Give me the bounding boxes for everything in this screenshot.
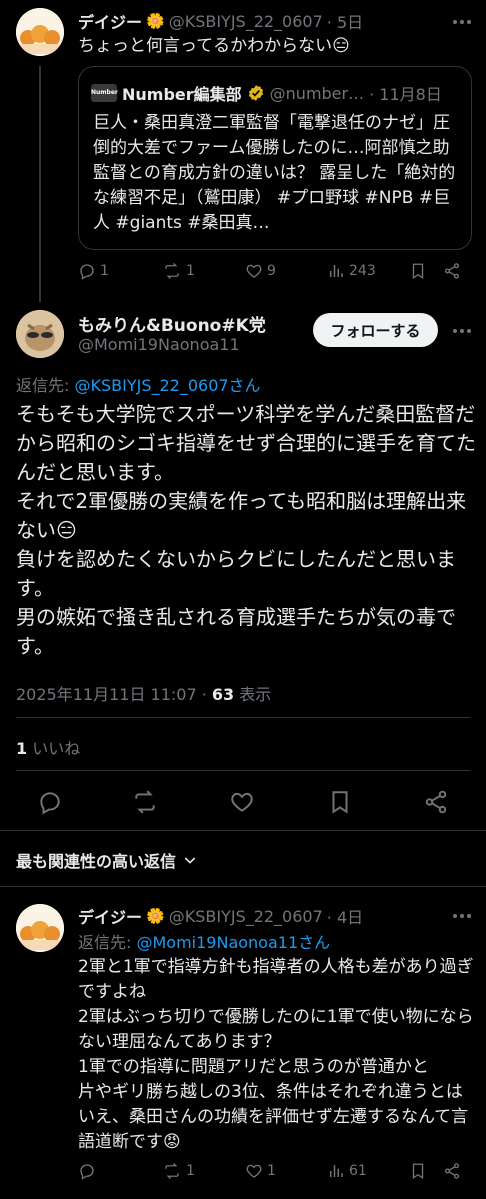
display-name[interactable]: デイジー xyxy=(78,904,142,928)
quote-timestamp: · 11月8日 xyxy=(369,85,442,104)
timestamp[interactable]: · 4日 xyxy=(327,904,363,928)
like-button[interactable] xyxy=(229,789,255,815)
likes-summary[interactable]: 1 いいね xyxy=(16,735,80,759)
repost-button[interactable]: 1 xyxy=(162,1162,195,1180)
timestamp[interactable]: · 5日 xyxy=(327,9,363,33)
repost-count: 1 xyxy=(186,263,195,279)
more-options-icon[interactable] xyxy=(450,319,474,343)
repost-icon xyxy=(165,1163,179,1179)
reply-sort-selector[interactable]: 最も関連性の高い返信 xyxy=(16,848,198,872)
like-button[interactable]: 9 xyxy=(245,262,276,280)
handle[interactable]: @Momi19Naonoa11 xyxy=(78,335,240,354)
heart-icon xyxy=(246,264,262,278)
analytics-icon xyxy=(330,1165,343,1177)
share-button[interactable] xyxy=(423,789,449,815)
reply-icon xyxy=(80,1164,94,1180)
reply-icon xyxy=(80,264,94,280)
reply-button[interactable] xyxy=(37,789,63,815)
views-button[interactable]: 243 xyxy=(327,262,376,280)
chevron-down-icon xyxy=(184,857,196,864)
views-button[interactable]: 61 xyxy=(327,1162,367,1180)
sunflower-icon: 🌼 xyxy=(146,907,165,925)
bookmark-icon xyxy=(332,791,348,814)
reply-to-line: 返信先: @KSBIYJS_22_0607さん xyxy=(16,372,261,396)
divider xyxy=(16,717,470,718)
follow-button[interactable]: フォローする xyxy=(313,313,438,347)
tweet-meta: 2025年11月11日 11:07 · 63 表示 xyxy=(16,685,272,704)
reply-to-prefix: 返信先: xyxy=(16,376,75,395)
repost-icon xyxy=(165,263,179,279)
divider xyxy=(0,886,486,887)
reply-button[interactable] xyxy=(78,1162,100,1180)
views-label: 表示 xyxy=(239,685,272,704)
heart-icon xyxy=(246,1164,262,1178)
more-options-icon[interactable] xyxy=(450,10,474,34)
analytics-icon xyxy=(330,265,343,277)
heart-icon xyxy=(231,792,253,812)
quoted-tweet[interactable]: Number Number編集部 @number… · 11月8日 巨人・桑田真… xyxy=(78,66,472,250)
like-count: 1 xyxy=(267,1163,276,1179)
bookmark-button[interactable] xyxy=(327,789,353,815)
reply-to-prefix: 返信先: xyxy=(78,933,137,952)
share-button[interactable] xyxy=(443,262,461,280)
like-button[interactable]: 1 xyxy=(245,1162,276,1180)
divider xyxy=(16,770,470,771)
share-icon xyxy=(444,263,460,279)
bookmark-button[interactable] xyxy=(409,1162,427,1180)
handle[interactable]: @KSBIYJS_22_0607 xyxy=(169,907,323,926)
handle[interactable]: @KSBIYJS_22_0607 xyxy=(169,12,323,31)
quote-display-name: Number編集部 xyxy=(122,85,242,104)
views-count: 63 xyxy=(211,685,235,704)
sunflower-icon: 🌼 xyxy=(146,12,165,30)
repost-button[interactable] xyxy=(132,789,158,815)
display-name[interactable]: もみりん&Buono#K党 xyxy=(78,311,266,336)
share-icon xyxy=(425,790,447,814)
quote-text: 巨人・桑田真澄二軍監督「電撃退任のナゼ」圧倒的大差でファーム優勝したのに…阿部慎… xyxy=(93,113,456,233)
views-count: 61 xyxy=(349,1163,367,1179)
likes-label: いいね xyxy=(32,739,81,758)
thread-line xyxy=(39,66,41,302)
bookmark-icon xyxy=(412,263,424,280)
bookmark-button[interactable] xyxy=(409,262,427,280)
avatar[interactable] xyxy=(16,904,64,952)
repost-icon xyxy=(135,790,155,814)
tweet-text: ちょっと何言ってるかわからない😑 xyxy=(78,36,350,56)
repost-count: 1 xyxy=(186,1163,195,1179)
reply-to-line: 返信先: @Momi19Naonoa11さん xyxy=(78,929,330,953)
avatar[interactable] xyxy=(16,310,64,358)
reply-to-handle[interactable]: @KSBIYJS_22_0607さん xyxy=(74,376,260,395)
number-logo: Number xyxy=(91,84,118,102)
reply-button[interactable]: 1 xyxy=(78,262,109,280)
tweet-text: 2軍と1軍で指導方針も指導者の人格も差があり過ぎですよね 2軍はぶっち切りで優勝… xyxy=(78,957,474,1152)
display-name[interactable]: デイジー xyxy=(78,9,142,33)
repost-button[interactable]: 1 xyxy=(162,262,195,280)
reply-count: 1 xyxy=(100,263,109,279)
tweet-text: そもそも大学院でスポーツ科学を学んだ桑田監督だから昭和のシゴキ指導をせず合理的に… xyxy=(16,402,476,658)
views-count: 243 xyxy=(349,263,376,279)
likes-count: 1 xyxy=(16,739,28,758)
tweet-timestamp[interactable]: 2025年11月11日 11:07 xyxy=(16,685,197,704)
verified-badge-icon xyxy=(247,84,265,102)
reply-sort-label: 最も関連性の高い返信 xyxy=(16,852,177,871)
share-icon xyxy=(444,1163,460,1179)
reply-to-handle[interactable]: @Momi19Naonoa11さん xyxy=(136,933,330,952)
avatar[interactable] xyxy=(16,8,64,56)
share-button[interactable] xyxy=(443,1162,461,1180)
reply-icon xyxy=(40,792,60,815)
like-count: 9 xyxy=(267,263,276,279)
divider xyxy=(0,830,486,831)
bookmark-icon xyxy=(412,1163,424,1180)
quote-handle: @number… xyxy=(269,83,365,103)
more-options-icon[interactable] xyxy=(450,904,474,928)
